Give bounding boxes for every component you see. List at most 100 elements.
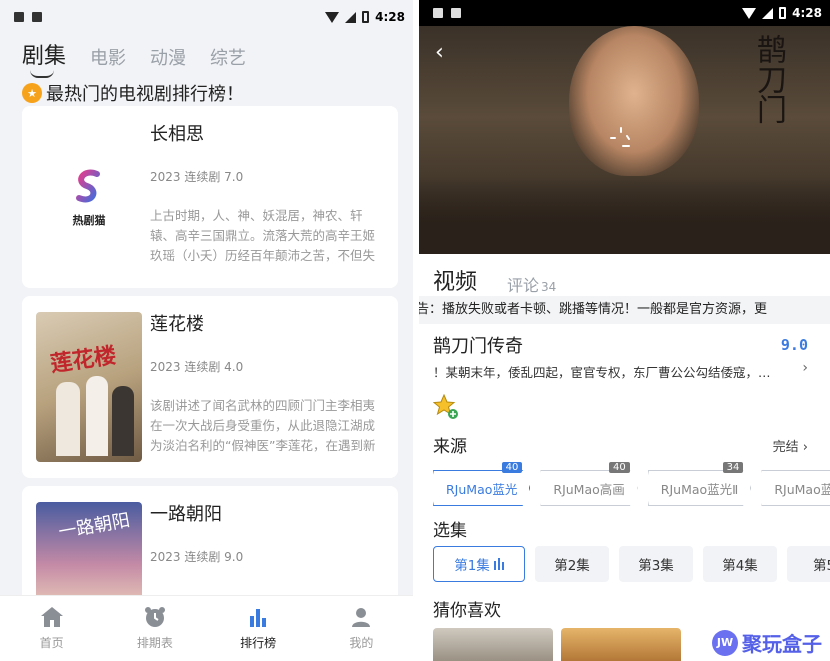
card-title: 一路朝阳 <box>150 504 222 525</box>
card-meta: 2023 连续剧 7.0 <box>150 170 244 184</box>
status-time: 4:28 <box>792 6 822 20</box>
source-list: RJuMao蓝光 40 RJuMao高画 40 RJuMao蓝光Ⅱ 34 RJu… <box>433 462 830 506</box>
card-description: 上古时期，人、神、妖混居，神农、轩辕、高辛三国鼎立。流落大荒的高辛王姬玖瑶（小夭… <box>150 208 376 263</box>
episode-heading: 选集 <box>433 521 467 541</box>
card-title: 莲花楼 <box>150 314 204 335</box>
medal-icon: ★ <box>22 83 42 103</box>
poster-figure <box>86 376 108 456</box>
rank-card[interactable]: 莲花楼 莲花楼 2023 连续剧 4.0 该剧讲述了闻名武林的四顾门门主李相夷在… <box>22 296 398 478</box>
chevron-right-icon[interactable]: › <box>802 360 808 376</box>
card-meta: 2023 连续剧 4.0 <box>150 360 244 374</box>
chevron-right-icon: › <box>802 440 808 455</box>
poster-thumbnail: 热剧猫 <box>36 122 142 272</box>
tab-anime[interactable]: 动漫 <box>150 44 186 70</box>
episode-item[interactable]: 第2集 <box>535 546 609 582</box>
poster-thumbnail: 一路朝阳 <box>36 502 142 606</box>
nav-schedule[interactable]: 排期表 <box>103 596 206 661</box>
source-item[interactable]: RJuMao高画 40 <box>540 462 638 506</box>
source-count-badge: 40 <box>609 462 630 473</box>
tab-video[interactable]: 视频 <box>433 264 478 305</box>
nav-schedule-label: 排期表 <box>136 636 173 650</box>
source-item[interactable]: RJuMao蓝光Ⅱ 34 <box>647 462 752 506</box>
app-logo-icon <box>76 169 100 203</box>
poster-figure <box>56 382 80 456</box>
show-description[interactable]: ！某朝末年，倭乱四起，宦官专权，东厂曹公公勾结倭寇，… <box>433 362 793 381</box>
favorite-star-icon[interactable] <box>433 394 459 420</box>
notification-icon <box>433 8 443 18</box>
category-tabs: 剧集 电影 动漫 综艺 <box>0 34 413 78</box>
watermark-text: 聚玩盒子 <box>742 632 822 656</box>
tab-series-label: 剧集 <box>22 44 67 69</box>
tab-movies[interactable]: 电影 <box>90 44 126 70</box>
bar-chart-icon <box>250 609 267 627</box>
signal-icon <box>345 11 357 23</box>
right-screen: 4:28 鹊刀门 ‹ 视频 评论 34 公告：播放失败或者卡顿、跳播等情况！一般都… <box>419 0 830 661</box>
card-title: 长相思 <box>150 124 204 145</box>
thumb-text: 热剧猫 <box>72 214 106 227</box>
rank-card[interactable]: 一路朝阳 一路朝阳 2023 连续剧 9.0 <box>22 486 398 606</box>
nav-home-label: 首页 <box>39 636 64 650</box>
watermark-logo-icon: JW <box>712 629 738 656</box>
status-bar: 4:28 <box>419 0 830 26</box>
source-heading: 来源 <box>433 437 467 457</box>
source-chip-label: RJuMao蓝光 <box>761 470 830 506</box>
recommend-heading: 猜你喜欢 <box>433 601 501 621</box>
tab-comments[interactable]: 评论 34 <box>507 272 556 296</box>
wifi-icon <box>742 7 757 19</box>
poster-thumbnail: 莲花楼 <box>36 312 142 462</box>
hero-crowd <box>419 176 830 254</box>
rank-card[interactable]: 热剧猫 长相思 2023 连续剧 7.0 上古时期，人、神、妖混居，神农、轩辕、… <box>22 106 398 288</box>
left-screen: 4:28 剧集 电影 动漫 综艺 ★ 最热门的电视剧排行榜！ 热剧猫 长相思 2… <box>0 0 413 661</box>
source-chip-label: RJuMao高画 <box>540 470 638 506</box>
episode-item[interactable]: 第1集 <box>433 546 525 582</box>
watermark: JW 聚玩盒子 <box>712 628 822 657</box>
nav-ranking[interactable]: 排行榜 <box>207 596 310 661</box>
nav-profile[interactable]: 我的 <box>310 596 413 661</box>
episode-item[interactable]: 第3集 <box>619 546 693 582</box>
video-player[interactable]: 鹊刀门 ‹ <box>419 26 830 254</box>
comments-count: 34 <box>541 280 557 294</box>
card-meta: 2023 连续剧 9.0 <box>150 550 244 564</box>
status-time: 4:28 <box>375 10 405 24</box>
signal-icon <box>762 7 774 19</box>
card-description: 该剧讲述了闻名武林的四顾门门主李相夷在一次大战后身受重伤，从此退隐江湖成为淡泊名… <box>150 398 376 453</box>
source-item[interactable]: RJuMao蓝光 40 <box>761 462 830 506</box>
battery-icon <box>362 11 370 23</box>
nav-profile-label: 我的 <box>349 636 374 650</box>
back-button[interactable]: ‹ <box>435 40 444 65</box>
source-count-badge: 40 <box>501 462 523 473</box>
loading-spinner-icon <box>610 127 630 147</box>
show-score: 9.0 <box>780 336 808 354</box>
recommend-list <box>433 628 681 661</box>
episode-label: 第1集 <box>454 558 490 574</box>
alarm-clock-icon <box>144 607 165 627</box>
show-title: 鹊刀门传奇 <box>433 336 523 357</box>
notice-marquee: 公告：播放失败或者卡顿、跳播等情况！一般都是官方资源，更 <box>419 296 830 324</box>
source-status[interactable]: 完结 › <box>773 436 808 455</box>
source-status-label: 完结 <box>772 440 799 455</box>
nav-home[interactable]: 首页 <box>0 596 103 661</box>
notice-text: 公告：播放失败或者卡顿、跳播等情况！一般都是官方资源，更 <box>419 302 768 317</box>
tab-variety[interactable]: 综艺 <box>210 44 246 70</box>
source-item[interactable]: RJuMao蓝光 40 <box>433 462 531 506</box>
source-chip-label: RJuMao蓝光 <box>433 470 531 506</box>
home-icon <box>40 607 63 627</box>
battery-icon <box>779 7 787 19</box>
poster-title: 一路朝阳 <box>56 509 132 544</box>
rank-header: ★ 最热门的电视剧排行榜！ <box>0 70 413 106</box>
tab-series[interactable]: 剧集 <box>22 38 67 78</box>
poster-title: 莲花楼 <box>48 342 118 378</box>
tab-video-label: 视频 <box>433 270 478 295</box>
hero-calligraphy: 鹊刀门 <box>751 34 786 124</box>
source-chip-label: RJuMao蓝光Ⅱ <box>647 470 752 506</box>
hero-face <box>569 26 699 176</box>
episode-item[interactable]: 第5 <box>787 546 830 582</box>
recommend-thumbnail[interactable] <box>433 628 553 661</box>
episode-item[interactable]: 第4集 <box>703 546 777 582</box>
detail-tabs: 视频 评论 34 <box>419 256 830 305</box>
tab-comments-label: 评论 <box>507 276 540 295</box>
image-notification-icon <box>451 8 461 18</box>
image-notification-icon <box>32 12 42 22</box>
playing-bars-icon <box>493 558 504 570</box>
recommend-thumbnail[interactable] <box>561 628 681 661</box>
